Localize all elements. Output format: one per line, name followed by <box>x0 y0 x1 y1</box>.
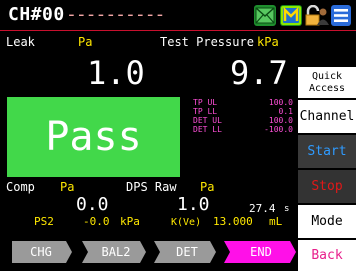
test-pressure-label: Test Pressure <box>160 35 254 49</box>
step-det: DET <box>176 245 198 259</box>
result-text: Pass <box>45 114 142 160</box>
channel-name-placeholder: ---------- <box>66 4 165 25</box>
channel-title: CH#00 <box>8 4 65 25</box>
dps-raw-label: DPS Raw <box>126 180 177 194</box>
limit-name: DET UL <box>193 116 222 125</box>
channel-button-label: Channel <box>299 109 355 124</box>
ps2-unit: kPa <box>120 215 140 228</box>
test-pressure-value: 9.7 <box>230 54 288 92</box>
step-bal2: BAL2 <box>101 245 131 259</box>
quick-access-button[interactable]: Quick Access <box>298 67 356 98</box>
step-chg: CHG <box>30 245 52 259</box>
mode-button[interactable]: Mode <box>298 205 356 238</box>
mode-button-label: Mode <box>311 214 343 229</box>
header-bar: CH#00 ---------- <box>0 0 356 31</box>
step-end: END <box>250 245 272 259</box>
limit-name: TP UL <box>193 98 218 107</box>
back-button[interactable]: Back <box>298 240 356 271</box>
limits-table: TP UL 100.0 TP LL 0.1 DET UL 100.0 DET L… <box>193 98 293 134</box>
quick-access-label-2: Access <box>308 82 346 94</box>
kve-label: K(Ve) <box>171 217 202 228</box>
result-indicator: Pass <box>7 97 180 177</box>
limit-name: TP LL <box>193 107 218 116</box>
comp-value: 0.0 <box>76 194 109 215</box>
envelope-icon[interactable] <box>254 5 276 26</box>
limit-row: TP LL 0.1 <box>193 107 293 116</box>
m-icon[interactable] <box>280 5 302 26</box>
comp-label: Comp <box>6 180 35 194</box>
limit-value: 100.0 <box>268 116 293 125</box>
back-button-label: Back <box>311 248 343 263</box>
lock-user-icon[interactable] <box>305 4 329 26</box>
limit-value: 0.1 <box>278 107 293 116</box>
comp-unit: Pa <box>60 180 75 194</box>
ps2-label: PS2 <box>34 215 54 228</box>
kve-unit: mL <box>269 215 283 228</box>
leak-label: Leak <box>6 35 35 49</box>
menu-icon[interactable] <box>331 5 351 26</box>
channel-button[interactable]: Channel <box>298 100 356 133</box>
start-button-label: Start <box>307 144 347 159</box>
stop-button-label: Stop <box>311 179 343 194</box>
time-unit: s <box>284 204 290 214</box>
stop-button[interactable]: Stop <box>298 170 356 203</box>
ps2-value: -0.0 <box>83 215 110 228</box>
dps-raw-value: 1.0 <box>177 194 210 215</box>
limit-value: -100.0 <box>264 125 293 134</box>
limit-row: TP UL 100.0 <box>193 98 293 107</box>
leak-value: 1.0 <box>87 54 145 92</box>
limit-name: DET LL <box>193 125 222 134</box>
dps-raw-unit: Pa <box>200 180 215 194</box>
limit-row: DET UL 100.0 <box>193 116 293 125</box>
kve-value: 13.000 <box>213 215 253 228</box>
test-pressure-unit: kPa <box>257 35 279 49</box>
header-divider <box>0 30 356 31</box>
limit-row: DET LL -100.0 <box>193 125 293 134</box>
limit-value: 100.0 <box>268 98 293 107</box>
quick-access-label-1: Quick <box>311 70 343 82</box>
time-value: 27.4 <box>249 202 276 215</box>
start-button[interactable]: Start <box>298 135 356 168</box>
leak-unit: Pa <box>78 35 93 49</box>
